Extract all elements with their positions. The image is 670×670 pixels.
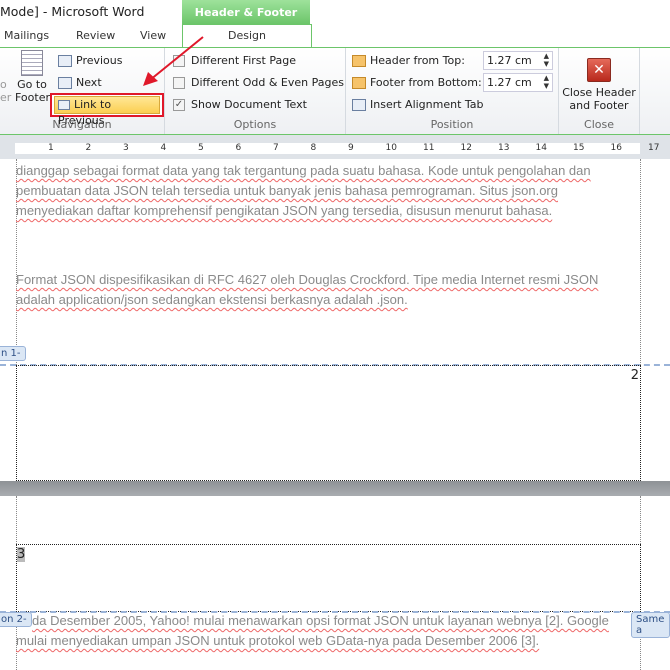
position-group-label: Position	[430, 118, 474, 131]
link-icon	[58, 100, 70, 110]
different-odd-even-checkbox[interactable]: Different Odd & Even Pages	[173, 76, 344, 89]
ruler-tick-label: 17	[648, 143, 660, 153]
ruler-tick-label: 6	[235, 143, 242, 153]
link-to-previous-highlight: Link to Previous	[54, 96, 160, 127]
window-title: Mode] - Microsoft Word	[0, 4, 145, 19]
go-to-header-label-partial: er	[0, 91, 12, 104]
close-header-footer-button[interactable]: ✕ Close Header and Footer	[559, 58, 639, 112]
go-to-footer-label-2: Footer	[15, 91, 50, 104]
ruler-tick-label: 12	[460, 143, 472, 153]
same-as-previous-tab: Same a	[631, 612, 670, 638]
body-text-line: adalah application/json sedangkan eksten…	[16, 292, 408, 307]
go-to-footer-label-1: Go to	[17, 78, 47, 91]
footer-area[interactable]: 2	[16, 365, 641, 481]
ruler-tick-label: 4	[160, 143, 167, 153]
next-section-icon	[58, 77, 72, 89]
ruler-tick-label: 7	[273, 143, 279, 153]
header-area[interactable]: 3	[16, 544, 641, 612]
next-label: Next	[76, 76, 102, 89]
checkbox-unchecked	[173, 77, 185, 89]
ruler-tick-label: 14	[535, 143, 547, 153]
body-text-line: da Desember 2005, Yahoo! mulai menawarka…	[32, 613, 609, 628]
ruler-tick-label: 11	[423, 143, 435, 153]
spinner-value: 1.27 cm	[487, 76, 532, 89]
previous-button[interactable]: Previous	[58, 54, 123, 67]
tab-mailings[interactable]: Mailings	[4, 29, 49, 42]
label-text: Header from Top:	[370, 54, 465, 67]
footer-section-1-tab: n 1-	[0, 346, 26, 361]
spinner-value: 1.27 cm	[487, 54, 532, 67]
header-from-top-label: Header from Top:	[352, 54, 465, 67]
body-text-line: pembuatan data JSON telah tersedia untuk…	[16, 183, 558, 198]
ruler-tick-label: 16	[610, 143, 622, 153]
options-group: Different First Page Different Odd & Eve…	[165, 48, 346, 134]
checkmark-icon: ✓	[173, 99, 185, 111]
body-text-line: mulai menyediakan umpan JSON untuk proto…	[16, 633, 540, 648]
previous-section-icon	[58, 55, 72, 67]
body-text-line: Format JSON dispesifikasikan di RFC 4627…	[16, 272, 599, 287]
options-group-label: Options	[233, 118, 277, 131]
header-footer-tools-label: Header & Footer Tools	[182, 0, 310, 45]
ruler-tick-label: 5	[198, 143, 204, 153]
footer-position-icon	[352, 77, 366, 89]
footer-from-bottom-label: Footer from Bottom:	[352, 76, 482, 89]
alignment-tab-icon	[352, 99, 366, 111]
next-button[interactable]: Next	[58, 76, 102, 89]
go-to-footer-button[interactable]: Go to Footer	[15, 50, 50, 104]
ruler-tick-label: 10	[385, 143, 397, 153]
ruler-tick-label: 3	[123, 143, 129, 153]
close-x-icon: ✕	[587, 58, 611, 82]
body-text-line: menyediakan daftar komprehensif pengikat…	[16, 203, 553, 218]
ruler-scale: 1 2 3 4 5 6 7 8 9 10 11 12 13 14 15 16 17	[15, 143, 659, 154]
tab-design[interactable]: Design	[182, 24, 312, 48]
ruler-tick-label: 9	[348, 143, 354, 153]
spinner-arrows-icon[interactable]: ▲ ▼	[544, 74, 549, 90]
position-group: Header from Top: 1.27 cm ▲ ▼ Footer from B…	[346, 48, 559, 134]
ruler-tick-label: 13	[498, 143, 510, 153]
checkbox-label: Different First Page	[191, 54, 296, 67]
different-first-page-checkbox[interactable]: Different First Page	[173, 54, 296, 67]
link-to-previous-button[interactable]: Link to Previous	[50, 93, 164, 127]
document-area[interactable]: dianggap sebagai format data yang tak te…	[0, 159, 670, 670]
close-label-2: and Footer	[569, 99, 629, 112]
checkbox-unchecked	[173, 55, 185, 67]
footer-page-icon	[21, 50, 43, 76]
insert-alignment-tab-button[interactable]: Insert Alignment Tab	[352, 98, 484, 111]
close-label-1: Close Header	[562, 86, 636, 99]
close-group: ✕ Close Header and Footer Close	[559, 48, 640, 134]
close-group-label: Close	[584, 118, 614, 131]
header-from-top-spinner[interactable]: 1.27 cm ▲ ▼	[483, 51, 553, 70]
tab-view[interactable]: View	[140, 29, 166, 42]
spinner-arrows-icon[interactable]: ▲ ▼	[544, 52, 549, 68]
header-position-icon	[352, 55, 366, 67]
header-section-2-tab: on 2-	[0, 612, 32, 627]
label-text: Insert Alignment Tab	[370, 98, 484, 111]
page-number: 3	[17, 547, 26, 562]
go-to-header-button-partial[interactable]: o	[0, 78, 7, 91]
ruler-tick-label: 2	[85, 143, 92, 153]
label-text: Footer from Bottom:	[370, 76, 482, 89]
checkbox-label: Show Document Text	[191, 98, 307, 111]
previous-label: Previous	[76, 54, 123, 67]
show-document-text-checkbox[interactable]: ✓ Show Document Text	[173, 98, 307, 111]
checkbox-label: Different Odd & Even Pages	[191, 76, 344, 89]
body-text-line: dianggap sebagai format data yang tak te…	[16, 163, 591, 178]
page-number: 2	[630, 368, 639, 383]
page-gap	[0, 481, 670, 496]
tab-review[interactable]: Review	[76, 29, 115, 42]
ruler-tick-label: 1	[48, 143, 54, 153]
ruler-tick-label: 8	[310, 143, 317, 153]
title-bar: Mode] - Microsoft Word	[0, 0, 670, 24]
ribbon-tabs: Mailings Review View	[0, 24, 670, 47]
footer-from-bottom-spinner[interactable]: 1.27 cm ▲ ▼	[483, 73, 553, 92]
ruler-tick-label: 15	[573, 143, 585, 153]
